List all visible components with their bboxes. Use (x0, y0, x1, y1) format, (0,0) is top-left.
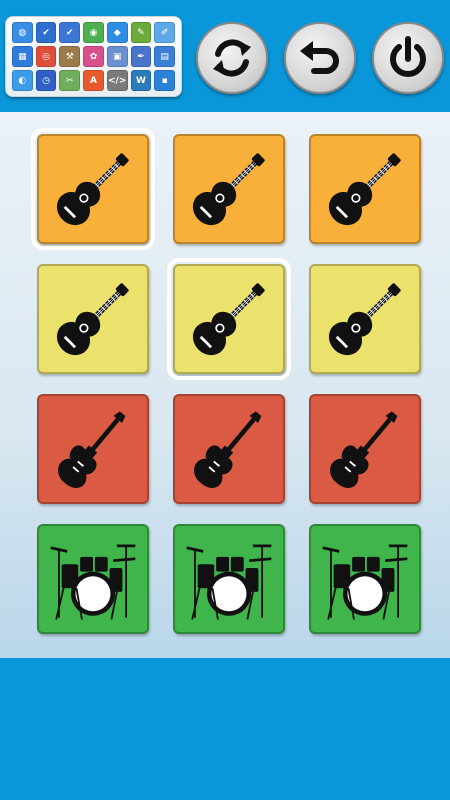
electric-guitar-icon (330, 411, 398, 488)
tile-electric-guitar[interactable] (173, 394, 285, 504)
tile-acoustic-guitar[interactable] (37, 264, 149, 374)
acoustic-guitar-icon (56, 153, 129, 226)
acoustic-guitar-icon (328, 283, 401, 356)
calendar-icon: ▦ (12, 46, 33, 67)
globe-icon: ◍ (12, 22, 33, 43)
electric-guitar-icon (58, 411, 126, 488)
undo-button[interactable] (284, 22, 356, 94)
top-toolbar: ◍ ✔ ✔ ◉ ◆ ✎ ✐ ▦ ◎ ⚒ ✿ ▣ ✒ ▤ ◐ ◷ ✂ A </> W ▪ (0, 0, 450, 110)
internet-icon: ◐ (12, 70, 33, 91)
photo-icon: ▣ (106, 46, 128, 67)
palette-icon: ✿ (83, 46, 104, 67)
tile-electric-guitar[interactable] (37, 394, 149, 504)
tile-electric-guitar[interactable] (309, 394, 421, 504)
grid-app-icon: ▤ (154, 46, 175, 67)
checkbox-icon: ✔ (35, 22, 57, 43)
checkbox-blue-icon: ✔ (59, 22, 81, 43)
undo-icon (300, 41, 339, 74)
wordpress-icon: W (130, 70, 152, 91)
drum-kit-icon (186, 544, 272, 620)
tile-acoustic-guitar[interactable] (31, 128, 155, 250)
game-board (0, 112, 450, 658)
eye-icon: ◉ (83, 22, 104, 43)
scissors-icon: ✂ (59, 70, 81, 91)
tile-drum-kit[interactable] (37, 524, 149, 634)
dropbox-icon: ◆ (106, 22, 128, 43)
feather-icon: ✒ (130, 46, 152, 67)
acoustic-guitar-icon (56, 283, 129, 356)
app-launcher-panel[interactable]: ◍ ✔ ✔ ◉ ◆ ✎ ✐ ▦ ◎ ⚒ ✿ ▣ ✒ ▤ ◐ ◷ ✂ A </> W ▪ (5, 16, 182, 97)
pen-icon: ✐ (154, 22, 175, 43)
stopwatch-icon: ◷ (35, 70, 57, 91)
windows-icon: ▪ (154, 70, 175, 91)
text-icon: A (83, 70, 104, 91)
acoustic-guitar-icon (192, 283, 265, 356)
power-button[interactable] (372, 22, 444, 94)
electric-guitar-icon (194, 411, 262, 488)
drum-kit-icon (322, 544, 408, 620)
evernote-icon: ✎ (130, 22, 152, 43)
refresh-icon (213, 39, 251, 77)
chrome-icon: ◎ (35, 46, 57, 67)
bottom-area (0, 658, 450, 800)
tools-icon: ⚒ (59, 46, 81, 67)
tile-acoustic-guitar[interactable] (173, 134, 285, 244)
code-icon: </> (106, 70, 128, 91)
tile-drum-kit[interactable] (309, 524, 421, 634)
acoustic-guitar-icon (192, 153, 265, 226)
tile-acoustic-guitar[interactable] (167, 258, 291, 380)
drum-kit-icon (50, 544, 136, 620)
tile-drum-kit[interactable] (173, 524, 285, 634)
tile-acoustic-guitar[interactable] (309, 134, 421, 244)
power-icon (390, 36, 426, 77)
tile-acoustic-guitar[interactable] (309, 264, 421, 374)
acoustic-guitar-icon (328, 153, 401, 226)
refresh-button[interactable] (196, 22, 268, 94)
